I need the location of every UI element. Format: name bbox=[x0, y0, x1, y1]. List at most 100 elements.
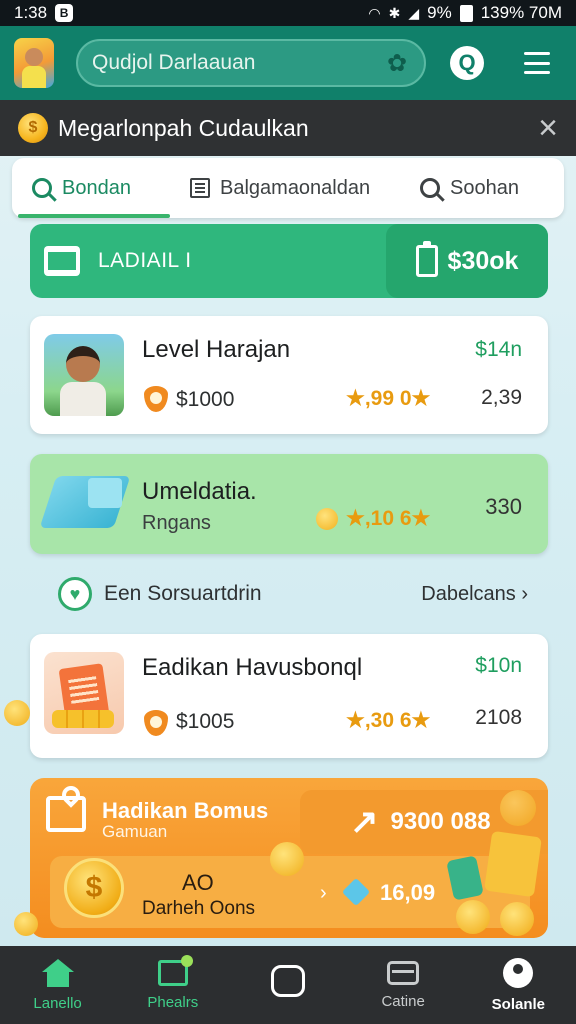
nav-catine[interactable]: Catine bbox=[353, 960, 453, 1010]
wifi-icon: ◠ bbox=[368, 4, 381, 21]
floating-coin bbox=[4, 700, 30, 726]
promo-line2: Darheh Oons bbox=[142, 898, 256, 919]
tab-bar: Bondan Balgamaonaldan Soohan bbox=[12, 158, 564, 218]
search-icon bbox=[420, 178, 440, 198]
section-header: ♥ Een Sorsuartdrin Dabelcans › bbox=[58, 574, 528, 614]
coin-stack bbox=[52, 710, 114, 728]
item-title: Umeldatia. bbox=[142, 478, 257, 505]
item-thumbnail bbox=[44, 652, 124, 734]
heart-icon: ♥ bbox=[58, 577, 92, 611]
section-label: Een Sorsuartdrin bbox=[104, 582, 262, 605]
document-icon bbox=[190, 178, 210, 198]
list-item[interactable]: Umeldatia. Rngans ★,10 6★ 330 bbox=[30, 454, 548, 554]
item-count: 2108 bbox=[475, 706, 522, 729]
tab-bondan[interactable]: Bondan bbox=[12, 158, 170, 218]
wallet-icon bbox=[44, 246, 80, 276]
notification-icon: B bbox=[55, 4, 74, 22]
search-icon bbox=[32, 178, 52, 198]
tab-balgamaonaldan[interactable]: Balgamaonaldan bbox=[170, 158, 400, 218]
puzzle-icon[interactable]: ✿ bbox=[384, 50, 410, 77]
item-count: 2,39 bbox=[481, 386, 522, 409]
tray-icon bbox=[387, 960, 420, 985]
bluetooth-icon: ✱ bbox=[388, 4, 401, 21]
kid-body bbox=[60, 382, 106, 416]
panel-title: Megarlonpah Cudaulkan bbox=[58, 114, 309, 141]
nav-center[interactable] bbox=[238, 965, 338, 1005]
tab-label: Balgamaonaldan bbox=[220, 176, 371, 199]
nav-phealrs[interactable]: Phealrs bbox=[123, 954, 223, 1011]
clipboard-icon bbox=[415, 241, 438, 277]
item-title: Eadikan Havusbonql bbox=[142, 654, 363, 681]
shield-icon bbox=[144, 710, 168, 736]
app-bar: Qudjol Darlaauan ✿ Q bbox=[0, 26, 576, 100]
item-rating: ★,10 6★ bbox=[346, 507, 431, 530]
avatar-shirt bbox=[22, 66, 46, 88]
coin-icon bbox=[316, 508, 338, 530]
gift-icon bbox=[46, 796, 86, 832]
banner-amount-button[interactable]: $30ok bbox=[386, 224, 548, 298]
promo-value: 16,09 bbox=[380, 880, 436, 905]
status-bar: 1:38 B ◠ ✱ ◢ 9% 139% 70M bbox=[0, 0, 576, 26]
see-all-link[interactable]: Dabelcans › bbox=[421, 583, 528, 606]
battery-icon bbox=[459, 4, 473, 22]
tab-soohan[interactable]: Soohan bbox=[400, 158, 564, 218]
nav-label: Lanello bbox=[33, 994, 82, 1012]
status-battery-percent: 9% bbox=[427, 3, 452, 22]
tab-label: Bondan bbox=[62, 176, 131, 199]
q-button[interactable]: Q bbox=[450, 46, 484, 80]
nav-label: Solanle bbox=[491, 995, 546, 1013]
treasure-icon bbox=[446, 828, 548, 938]
menu-icon[interactable] bbox=[524, 52, 550, 74]
floating-coin bbox=[14, 912, 38, 936]
arrow-icon: ↗ bbox=[350, 803, 379, 841]
app-logo[interactable] bbox=[14, 38, 54, 88]
bottom-nav: Lanello Phealrs Catine Solanle bbox=[0, 946, 576, 1024]
item-count: 330 bbox=[485, 494, 522, 519]
nav-home[interactable]: Lanello bbox=[8, 958, 108, 1012]
cube-top bbox=[88, 478, 122, 508]
banner-label: LADIAIL I bbox=[98, 249, 192, 272]
status-time: 1:38 bbox=[14, 3, 48, 22]
frame-icon bbox=[157, 954, 193, 986]
nav-label: Phealrs bbox=[147, 993, 199, 1011]
close-icon[interactable]: × bbox=[538, 111, 558, 145]
item-price: $14n bbox=[475, 338, 522, 361]
nav-label: Catine bbox=[381, 992, 425, 1010]
search-input[interactable]: Qudjol Darlaauan bbox=[92, 51, 384, 75]
search-bar[interactable]: Qudjol Darlaauan ✿ bbox=[76, 39, 426, 87]
item-rating: ★,99 0★ bbox=[346, 387, 431, 410]
promo-subtitle: Gamuan bbox=[102, 822, 168, 841]
signal-icon: ◢ bbox=[408, 4, 420, 21]
status-right: ◠ ✱ ◢ 9% 139% 70M bbox=[368, 3, 562, 23]
item-subtitle: Rngans bbox=[142, 512, 211, 534]
shield-icon bbox=[144, 386, 168, 412]
home-icon bbox=[41, 958, 74, 987]
floating-coin bbox=[270, 842, 304, 876]
user-icon bbox=[503, 957, 534, 988]
circle-icon bbox=[270, 965, 305, 997]
nav-solanle[interactable]: Solanle bbox=[468, 957, 568, 1013]
main-panel: $ Megarlonpah Cudaulkan × Bondan Balgama… bbox=[0, 100, 576, 946]
chevron-right-icon: › bbox=[320, 882, 327, 904]
item-rating: ★,30 6★ bbox=[346, 709, 431, 732]
banner-amount: $30ok bbox=[447, 246, 519, 275]
status-left: 1:38 B bbox=[14, 3, 74, 23]
balance-banner[interactable]: LADIAIL I $30ok bbox=[30, 224, 548, 298]
promo-line1: AO bbox=[182, 870, 214, 895]
item-cost: $1000 bbox=[176, 388, 235, 411]
item-price: $10n bbox=[475, 654, 522, 677]
list-item[interactable]: Eadikan Havusbonql $10n $1005 ★,30 6★ 21… bbox=[30, 634, 548, 758]
dollar-coin-icon: $ bbox=[64, 858, 124, 918]
item-title: Level Harajan bbox=[142, 336, 291, 363]
avatar-face bbox=[25, 48, 43, 66]
item-cost: $1005 bbox=[176, 710, 235, 733]
coin-icon: $ bbox=[18, 113, 48, 143]
promo-title: Hadikan Bomus bbox=[102, 798, 269, 823]
item-thumbnail bbox=[44, 334, 124, 416]
panel-header: $ Megarlonpah Cudaulkan × bbox=[0, 100, 576, 156]
kid-face bbox=[66, 346, 100, 382]
list-item[interactable]: Level Harajan $14n $1000 ★,99 0★ 2,39 bbox=[30, 316, 548, 434]
floating-coin bbox=[500, 790, 536, 826]
status-network-text: 139% 70M bbox=[480, 3, 562, 22]
tab-label: Soohan bbox=[450, 176, 519, 199]
